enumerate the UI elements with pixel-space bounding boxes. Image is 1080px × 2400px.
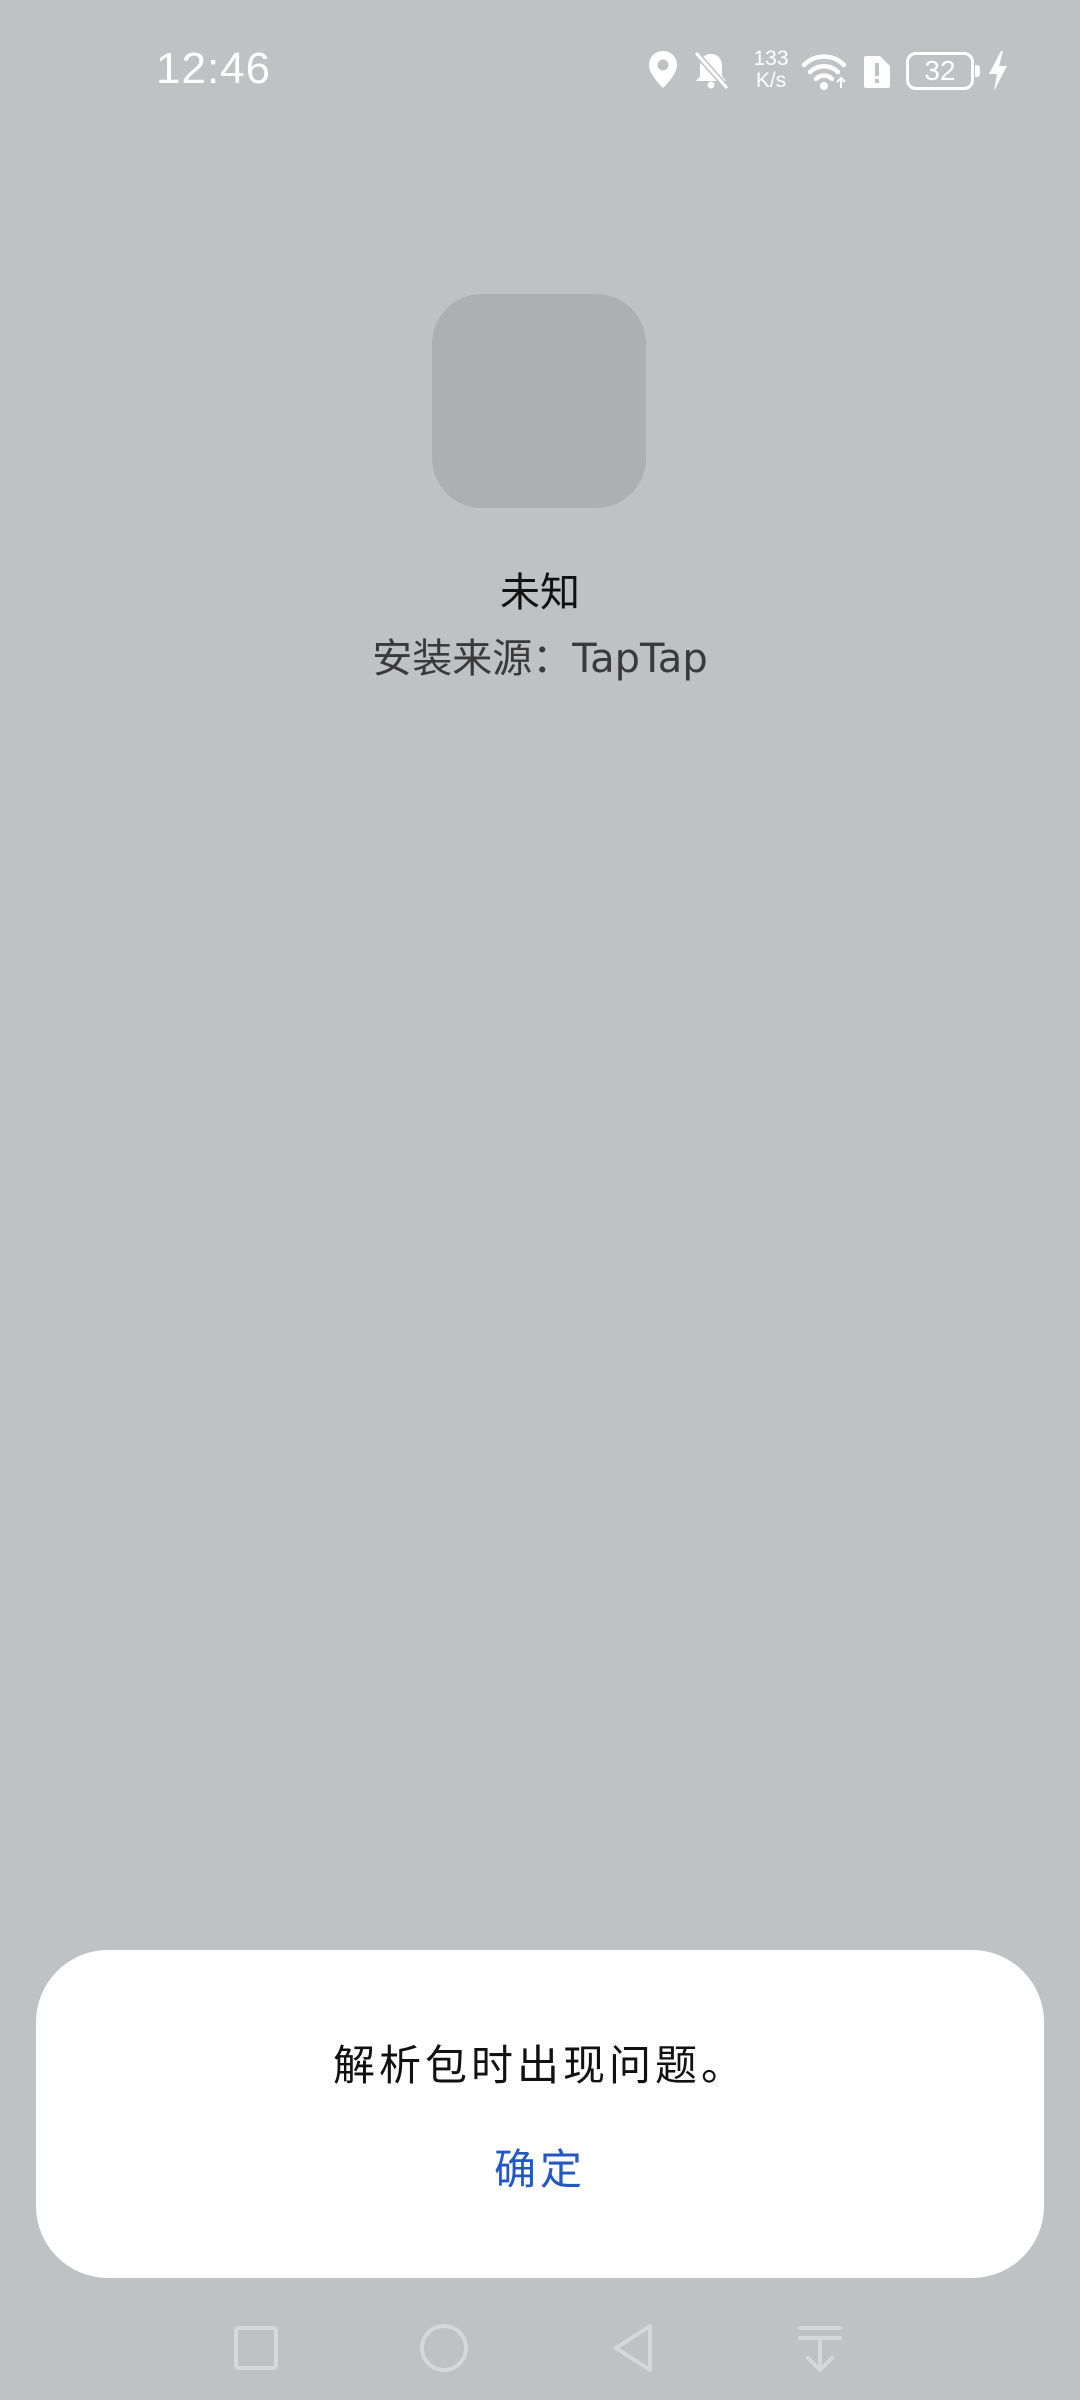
hide-nav-icon[interactable] (790, 2318, 850, 2378)
wifi-icon (800, 52, 848, 96)
install-source: 安装来源：TapTap (372, 636, 708, 682)
status-bar: 12:46 133 K/s 32 (0, 0, 1080, 150)
recent-apps-icon[interactable] (226, 2318, 286, 2378)
charging-icon (986, 50, 1010, 96)
error-dialog: 解析包时出现问题。 确定 (36, 1950, 1044, 2278)
network-speed-value: 133 (753, 47, 789, 70)
confirm-button[interactable]: 确定 (440, 2134, 640, 2206)
app-name: 未知 (500, 570, 580, 616)
battery-icon: 32 (906, 52, 980, 90)
status-time: 12:46 (156, 44, 272, 93)
bell-muted-icon (692, 50, 730, 94)
app-icon-placeholder (432, 294, 646, 508)
location-icon (648, 50, 678, 94)
status-icons: 133 K/s 32 (648, 46, 1028, 98)
home-icon[interactable] (414, 2318, 474, 2378)
alert-icon (860, 54, 892, 94)
navigation-bar (0, 2300, 1080, 2400)
battery-level: 32 (924, 55, 956, 86)
network-speed: 133 K/s (748, 48, 794, 92)
back-icon[interactable] (604, 2318, 664, 2378)
dialog-message: 解析包时出现问题。 (332, 2041, 747, 2090)
network-speed-unit: K/s (755, 69, 787, 92)
